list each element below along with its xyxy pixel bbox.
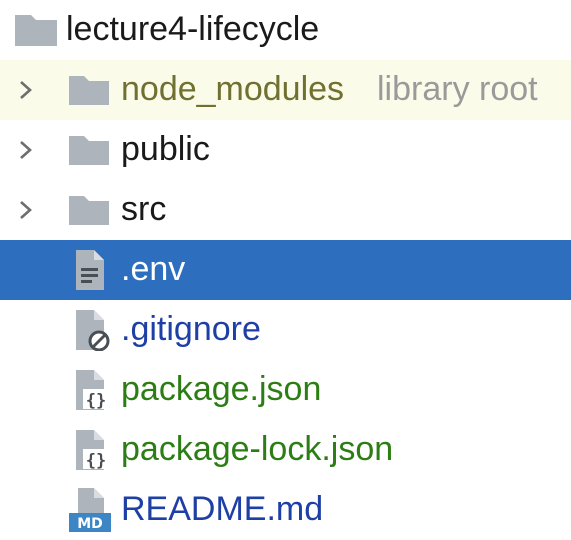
chevron-right-icon[interactable] xyxy=(12,196,40,224)
package-lock-json-label: package-lock.json xyxy=(121,429,394,468)
markdown-file-icon: MD xyxy=(69,488,111,532)
json-file-icon: {} xyxy=(76,430,109,471)
json-file-icon: {} xyxy=(76,370,109,411)
package-json-label: package.json xyxy=(121,369,322,408)
readme-label: README.md xyxy=(121,489,324,528)
chevron-right-icon[interactable] xyxy=(12,136,40,164)
tree-node-readme[interactable]: MD README.md xyxy=(0,480,571,540)
folder-icon xyxy=(15,15,57,46)
tree-node-src[interactable]: src xyxy=(0,180,571,240)
public-label: public xyxy=(121,129,210,168)
tree-node-project-root[interactable]: lecture4-lifecycle xyxy=(0,0,571,60)
svg-text:MD: MD xyxy=(77,516,103,532)
text-file-icon xyxy=(76,250,104,290)
svg-text:{}: {} xyxy=(86,451,106,471)
tree-node-node-modules[interactable]: node_modules library root xyxy=(0,60,571,120)
folder-icon xyxy=(69,76,109,105)
tree-node-public[interactable]: public xyxy=(0,120,571,180)
tree-node-env[interactable]: .env xyxy=(0,240,571,300)
folder-icon xyxy=(69,136,109,165)
env-label: .env xyxy=(121,249,186,288)
svg-text:{}: {} xyxy=(86,391,106,411)
project-tree: lecture4-lifecycle node_modules library … xyxy=(0,0,571,540)
tree-node-package-json[interactable]: {} package.json xyxy=(0,360,571,420)
ignore-file-icon xyxy=(76,310,110,351)
tree-node-package-lock-json[interactable]: {} package-lock.json xyxy=(0,420,571,480)
project-root-label: lecture4-lifecycle xyxy=(66,9,320,48)
library-root-hint: library root xyxy=(377,69,538,108)
chevron-right-icon[interactable] xyxy=(12,76,40,104)
src-label: src xyxy=(121,189,167,228)
tree-node-gitignore[interactable]: .gitignore xyxy=(0,300,571,360)
node-modules-label: node_modules xyxy=(121,69,345,108)
folder-icon xyxy=(69,196,109,225)
gitignore-label: .gitignore xyxy=(121,309,261,348)
